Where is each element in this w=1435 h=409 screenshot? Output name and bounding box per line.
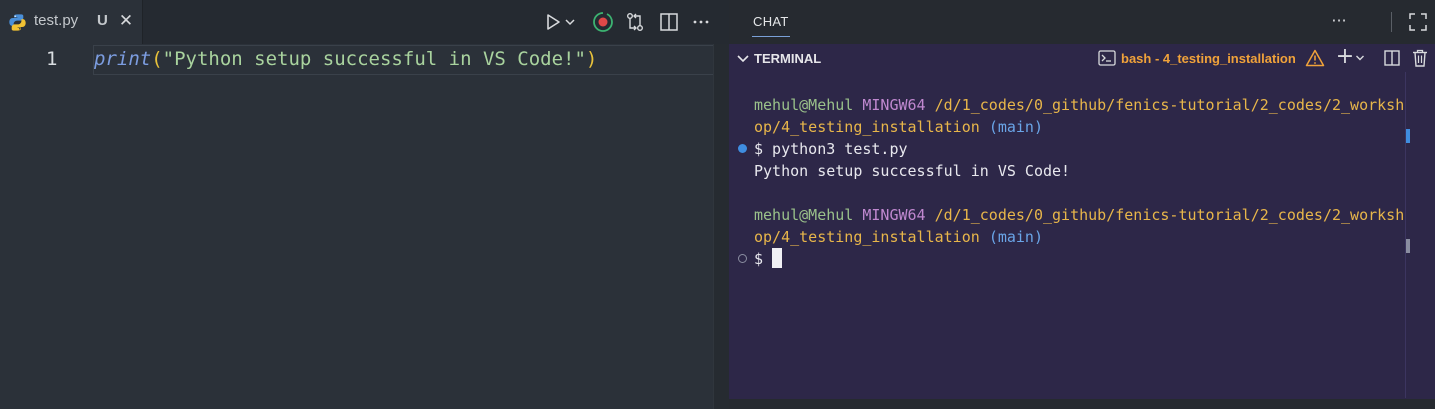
split-editor-icon[interactable] (657, 10, 681, 34)
terminal-cursor (772, 248, 783, 268)
terminal-scrollbar[interactable] (1405, 72, 1419, 398)
terminal-shell-name[interactable]: bash - 4_testing_installation (1121, 51, 1296, 66)
maximize-icon[interactable] (1407, 11, 1429, 33)
terminal-prompt-line: op/4_testing_installation (main) (754, 116, 1043, 138)
prompt-branch: (main) (988, 228, 1043, 246)
prompt-path: /d/1_codes/0_github/fenics-tutorial/2_co… (934, 206, 1405, 224)
editor-pane: test.py U ✕ 1 print("Python setup succes… (0, 0, 729, 409)
command-decoration-icon[interactable] (738, 254, 747, 263)
terminal-header: TERMINAL bash - 4_testing_installation + (729, 44, 1435, 72)
more-icon[interactable] (689, 10, 713, 34)
prompt-symbol: $ (754, 250, 764, 268)
divider (1391, 12, 1392, 32)
compare-icon[interactable] (623, 10, 647, 34)
trash-icon[interactable] (1411, 48, 1429, 68)
warning-icon[interactable] (1305, 48, 1325, 68)
terminal-icon (1098, 50, 1116, 66)
terminal-input-line[interactable]: $ (754, 248, 783, 270)
code-line[interactable]: print("Python setup successful in VS Cod… (94, 48, 597, 70)
code-string: "Python setup successful in VS Code!" (162, 48, 586, 70)
code-open-paren: ( (151, 48, 163, 70)
prompt-path: op/4_testing_installation (754, 118, 980, 136)
panel-bottom-edge (729, 399, 1435, 409)
terminal-prompt-line: mehul@Mehul MINGW64 /d/1_codes/0_github/… (754, 94, 1404, 116)
terminal-output-line: Python setup successful in VS Code! (754, 162, 1071, 180)
chevron-down-icon[interactable] (1355, 53, 1365, 63)
code-function: print (94, 48, 152, 70)
prompt-user: mehul@Mehul (754, 206, 854, 224)
editor-actions (0, 10, 729, 34)
chevron-down-icon[interactable] (735, 50, 751, 66)
scrollbar-marker (1406, 129, 1410, 143)
command-decoration-icon[interactable] (738, 144, 747, 153)
chat-header: CHAT ··· (729, 0, 1435, 44)
new-terminal-button[interactable]: + (1335, 45, 1355, 69)
code-editor[interactable]: 1 print("Python setup successful in VS C… (0, 44, 727, 409)
terminal-command: $ python3 test.py (754, 140, 908, 158)
split-terminal-icon[interactable] (1383, 49, 1401, 67)
terminal-title[interactable]: TERMINAL (754, 51, 821, 66)
record-icon[interactable] (591, 10, 615, 34)
editor-tab-bar: test.py U ✕ (0, 0, 729, 44)
line-number: 1 (46, 48, 58, 70)
prompt-host: MINGW64 (862, 206, 926, 224)
prompt-user: mehul@Mehul (754, 96, 854, 114)
chat-tab-underline (752, 36, 790, 37)
prompt-path: /d/1_codes/0_github/fenics-tutorial/2_co… (934, 96, 1405, 114)
run-icon[interactable] (540, 10, 564, 34)
side-panel: CHAT ··· TERMINAL bash - 4_testing_insta… (729, 0, 1435, 409)
code-close-paren: ) (585, 48, 598, 70)
terminal-prompt-line: op/4_testing_installation (main) (754, 226, 1043, 248)
scrollbar-marker (1406, 239, 1410, 253)
terminal-output[interactable]: mehul@Mehul MINGW64 /d/1_codes/0_github/… (729, 72, 1435, 409)
prompt-host: MINGW64 (862, 96, 926, 114)
prompt-branch: (main) (988, 118, 1043, 136)
terminal-prompt-line: mehul@Mehul MINGW64 /d/1_codes/0_github/… (754, 204, 1404, 226)
editor-scrollbar[interactable] (713, 44, 729, 409)
tab-chat[interactable]: CHAT (753, 14, 789, 29)
vscode-window: test.py U ✕ 1 print("Python setup succes… (0, 0, 1435, 409)
chevron-down-icon[interactable] (563, 10, 577, 34)
prompt-path: op/4_testing_installation (754, 228, 980, 246)
more-icon[interactable]: ··· (1327, 10, 1351, 34)
